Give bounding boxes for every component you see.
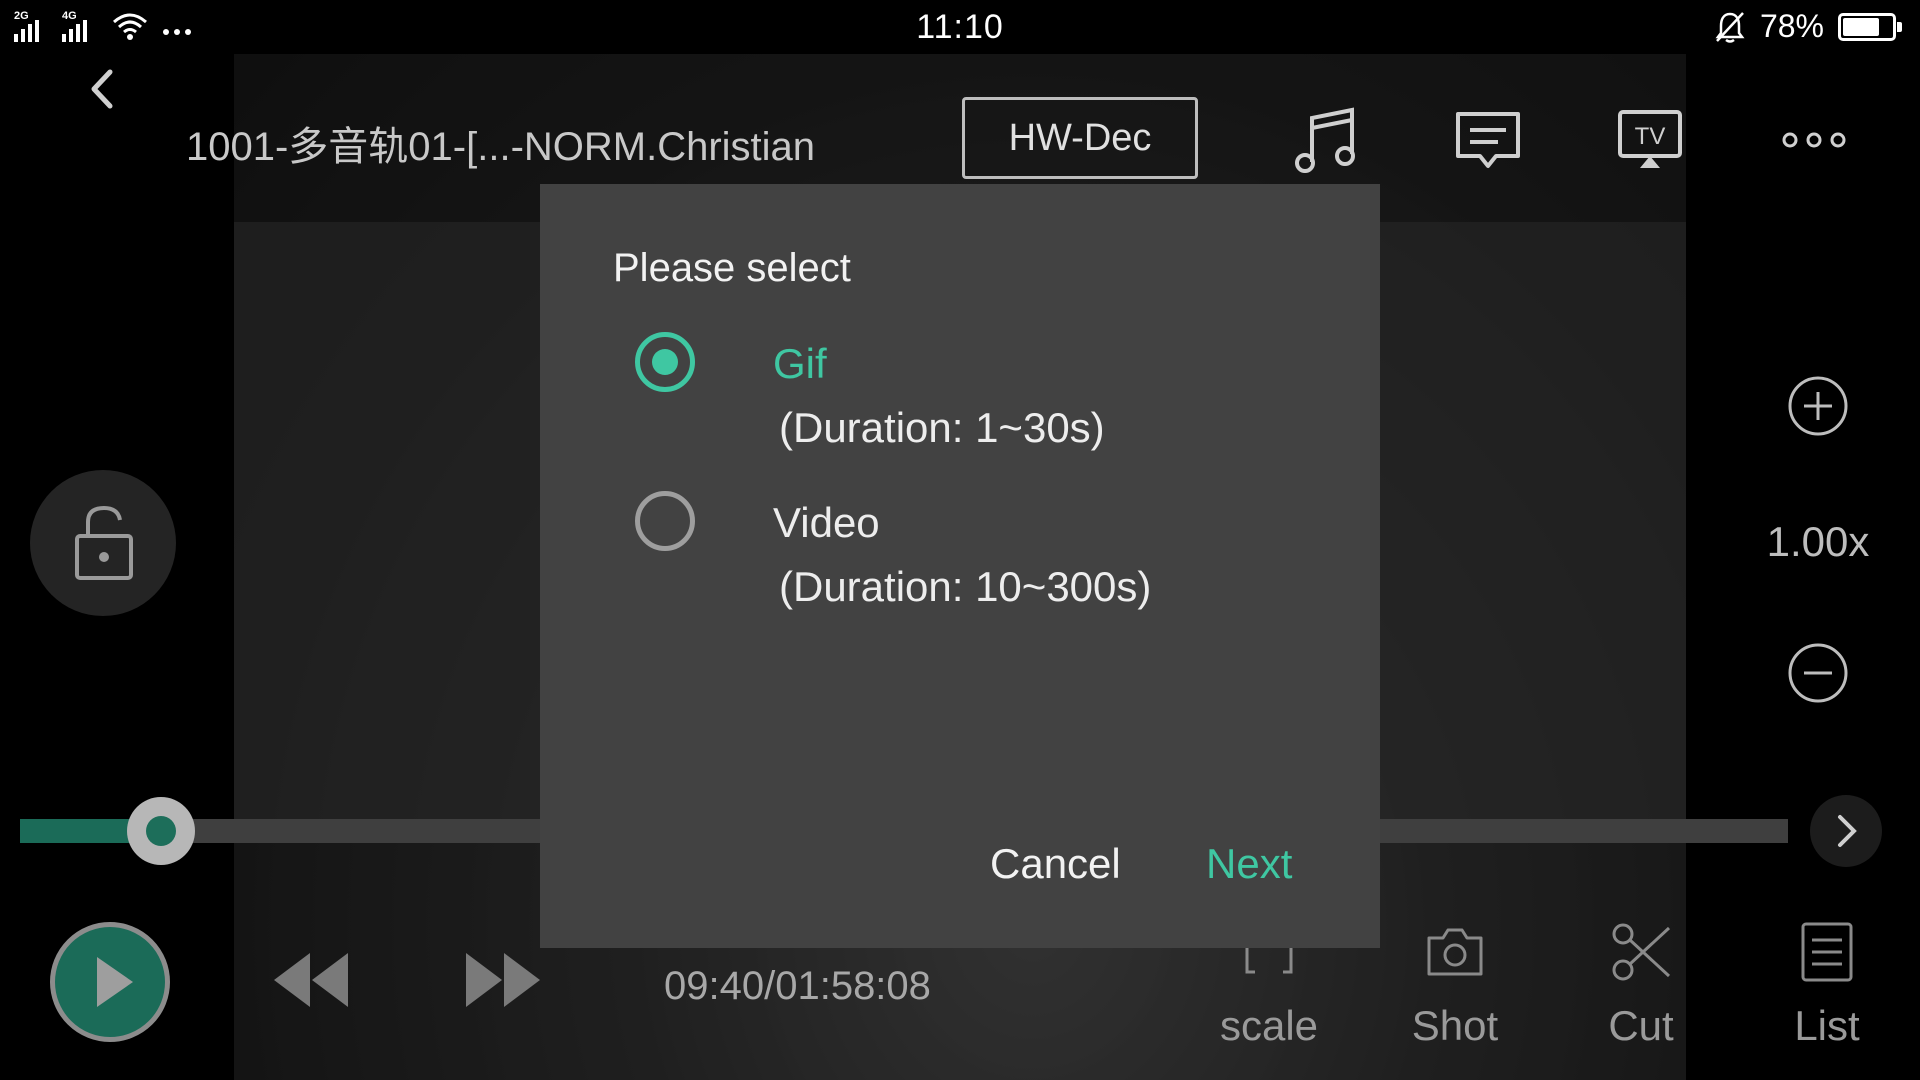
battery-fill bbox=[1843, 17, 1880, 36]
playback-time: 09:40/01:58:08 bbox=[664, 964, 931, 1008]
camera-icon bbox=[1427, 928, 1483, 976]
scissors-icon bbox=[1612, 923, 1671, 981]
option-gif[interactable]: Gif (Duration: 1~30s) bbox=[635, 332, 1335, 472]
hw-decoder-button[interactable]: HW-Dec bbox=[962, 97, 1198, 179]
select-dialog: Please select Gif (Duration: 1~30s) Vide… bbox=[540, 184, 1380, 948]
status-bar: 2G 4G 11:10 78% bbox=[0, 0, 1920, 54]
tv-cast-icon[interactable]: TV bbox=[1610, 100, 1690, 180]
play-button[interactable] bbox=[50, 922, 170, 1042]
next-button[interactable]: Next bbox=[1196, 834, 1302, 894]
cancel-button[interactable]: Cancel bbox=[980, 834, 1131, 894]
battery-icon bbox=[1838, 12, 1902, 41]
screen-lock-button[interactable] bbox=[30, 470, 176, 616]
option-gif-duration: (Duration: 1~30s) bbox=[779, 404, 1105, 451]
play-icon bbox=[97, 957, 133, 1007]
playback-speed: 1.00x bbox=[1766, 518, 1870, 565]
next-episode-button[interactable] bbox=[1810, 795, 1882, 867]
speed-up-icon[interactable] bbox=[1786, 374, 1850, 438]
list-icon bbox=[1801, 922, 1853, 982]
list-label: List bbox=[1794, 1002, 1860, 1049]
option-video[interactable]: Video (Duration: 10~300s) bbox=[635, 491, 1335, 631]
back-icon[interactable] bbox=[80, 62, 124, 116]
scale-label: scale bbox=[1219, 1002, 1319, 1049]
fast-forward-icon[interactable] bbox=[464, 945, 542, 1015]
radio-video[interactable] bbox=[635, 491, 695, 551]
option-video-label: Video bbox=[773, 499, 880, 546]
playlist-button[interactable]: List bbox=[1762, 920, 1892, 1060]
rewind-icon[interactable] bbox=[272, 945, 350, 1015]
speed-down-icon[interactable] bbox=[1786, 641, 1850, 705]
dialog-title: Please select bbox=[613, 246, 851, 290]
status-right: 78% bbox=[1714, 8, 1902, 45]
unlock-icon bbox=[75, 505, 133, 580]
chevron-right-icon bbox=[1838, 815, 1857, 847]
cut-label: Cut bbox=[1608, 1002, 1674, 1049]
more-icon[interactable] bbox=[1774, 100, 1854, 180]
clock: 11:10 bbox=[916, 8, 1004, 46]
cut-button[interactable]: Cut bbox=[1576, 920, 1706, 1060]
svg-text:TV: TV bbox=[1635, 123, 1666, 150]
option-video-duration: (Duration: 10~300s) bbox=[779, 563, 1152, 610]
option-gif-label: Gif bbox=[773, 340, 827, 387]
subtitle-icon[interactable] bbox=[1448, 100, 1528, 180]
battery-percent: 78% bbox=[1759, 8, 1824, 44]
radio-gif[interactable] bbox=[635, 332, 695, 392]
music-icon[interactable] bbox=[1286, 100, 1366, 180]
screenshot-button[interactable]: Shot bbox=[1390, 920, 1520, 1060]
video-title: 1001-多音轨01-[...-NORM.Christian bbox=[186, 125, 816, 169]
shot-label: Shot bbox=[1411, 1002, 1499, 1049]
seek-bar-thumb[interactable] bbox=[127, 797, 196, 865]
bell-muted-icon bbox=[1715, 11, 1745, 43]
